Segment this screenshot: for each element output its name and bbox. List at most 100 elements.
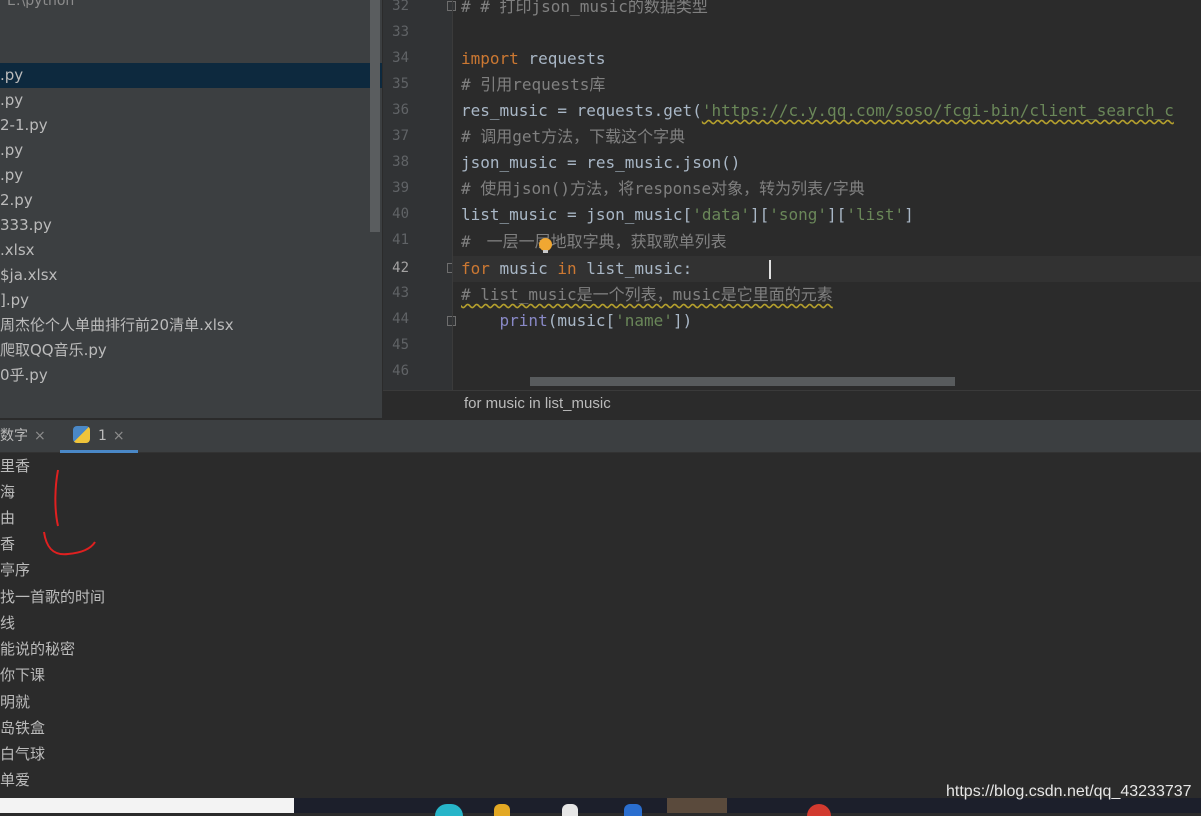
- close-icon[interactable]: ×: [113, 428, 125, 444]
- file-item[interactable]: 爬取QQ音乐.py: [0, 338, 370, 363]
- file-item[interactable]: $ja.xlsx: [0, 263, 370, 288]
- comment: # 调用get方法，下载这个字典: [461, 127, 686, 146]
- line-number: 46: [392, 363, 409, 379]
- line-number: 35: [392, 76, 409, 92]
- code-line-36[interactable]: res_music = requests.get('https://c.y.qq…: [461, 98, 1174, 124]
- line-number: 36: [392, 102, 409, 118]
- file-item[interactable]: .py: [0, 163, 370, 188]
- output-line: 里香: [0, 457, 31, 475]
- line-number: 39: [392, 180, 409, 196]
- comment: #: [461, 232, 471, 251]
- breadcrumb[interactable]: for music in list_music: [464, 395, 611, 412]
- output-line: 白气球: [0, 745, 46, 763]
- line-number: 37: [392, 128, 409, 144]
- code-line-35[interactable]: # 引用requests库: [461, 72, 605, 98]
- output-line: 找一首歌的时间: [0, 588, 106, 606]
- code-line-39[interactable]: # 使用json()方法，将response对象，转为列表/字典: [461, 176, 865, 202]
- string-literal: 'song': [769, 205, 828, 224]
- file-item[interactable]: 0乎.py: [0, 363, 370, 388]
- string-literal: 'name': [615, 311, 673, 330]
- taskbar-folder-icon[interactable]: [494, 804, 510, 816]
- file-item[interactable]: ].py: [0, 288, 370, 313]
- taskbar-app-icon[interactable]: [435, 804, 463, 816]
- code-editor[interactable]: 32 33 34 35 36 37 38 39 40 41 42 43 44 4…: [383, 0, 1201, 390]
- file-item[interactable]: .py: [0, 63, 382, 88]
- code-text: ][: [827, 205, 847, 224]
- code-line-37[interactable]: # 调用get方法，下载这个字典: [461, 124, 685, 150]
- comment: 一层一层地取字典，获取歌单列表: [486, 232, 727, 251]
- file-item[interactable]: .xlsx: [0, 238, 370, 263]
- code-area[interactable]: # # 打印json_music的数据类型 import requests # …: [452, 0, 1201, 390]
- code-line-34[interactable]: import requests: [461, 46, 606, 72]
- file-item[interactable]: 2-1.py: [0, 113, 370, 138]
- code-line-38[interactable]: json_music = res_music.json(): [461, 150, 740, 176]
- output-line: 香: [0, 535, 16, 553]
- watermark: https://blog.csdn.net/qq_43233737: [946, 783, 1192, 800]
- red-pen-annotation: [43, 469, 96, 556]
- bulb-icon[interactable]: [539, 238, 552, 253]
- editor-horizontal-scrollbar[interactable]: [530, 377, 955, 386]
- output-line: 海: [0, 483, 16, 501]
- line-number: 44: [392, 311, 409, 327]
- comment: # 使用json()方法，将response对象，转为列表/字典: [461, 179, 865, 198]
- output-line: 能说的秘密: [0, 640, 76, 658]
- comment: # # 打印json_music的数据类型: [461, 0, 708, 16]
- keyword: import: [461, 49, 519, 68]
- project-root-path[interactable]: E:\python: [7, 0, 74, 9]
- line-number: 43: [392, 285, 409, 301]
- indent-guide: [452, 0, 453, 390]
- line-number: 32: [392, 0, 409, 14]
- line-number: 38: [392, 154, 409, 170]
- code-line-44[interactable]: print(music['name']): [461, 308, 693, 334]
- builtin-function: print: [499, 311, 548, 330]
- code-text: json_music = res_music.json(): [461, 153, 741, 172]
- code-line-42[interactable]: for music in list_music:: [461, 256, 692, 282]
- text-cursor: [769, 260, 771, 279]
- line-number: 45: [392, 337, 409, 353]
- line-number: 41: [392, 232, 409, 248]
- run-console[interactable]: 里香 海 由 香 亭序 找一首歌的时间 线 能说的秘密 你下课 明就 岛铁盒 白…: [0, 453, 1201, 798]
- taskbar-active-app-icon[interactable]: [667, 798, 727, 813]
- string-literal: 'list': [846, 205, 905, 224]
- comment: # list_music是一个列表，music是它里面的元素: [461, 285, 833, 304]
- output-line: 单爱: [0, 771, 31, 789]
- file-item[interactable]: 周杰伦个人单曲排行前20清单.xlsx: [0, 313, 370, 338]
- python-icon: [73, 426, 90, 443]
- file-item[interactable]: .py: [0, 138, 370, 163]
- code-text: music: [489, 259, 558, 278]
- code-text: ]: [904, 205, 914, 224]
- output-line: 由: [0, 509, 16, 527]
- code-text: requests: [518, 49, 606, 68]
- code-text: ]): [672, 311, 693, 330]
- code-line-41[interactable]: # 一层一层地取字典，获取歌单列表: [461, 229, 727, 255]
- close-icon[interactable]: ×: [34, 428, 46, 444]
- keyword: for: [461, 259, 490, 278]
- line-number: 40: [392, 206, 409, 222]
- code-line-40[interactable]: list_music = json_music['data']['song'][…: [461, 202, 914, 228]
- line-gutter: 32 33 34 35 36 37 38 39 40 41 42 43 44 4…: [383, 0, 452, 390]
- code-line-43[interactable]: # list_music是一个列表，music是它里面的元素: [461, 282, 833, 308]
- file-item[interactable]: 2.py: [0, 188, 370, 213]
- code-text: ][: [749, 205, 770, 224]
- run-tab-bar: 数字 × 1 ×: [0, 420, 1201, 453]
- line-number: 34: [392, 50, 409, 66]
- file-item[interactable]: 333.py: [0, 213, 370, 238]
- code-text: list_music = json_music[: [461, 205, 693, 224]
- output-line: 线: [0, 614, 16, 632]
- tab-run-2[interactable]: 1 ×: [73, 420, 125, 453]
- taskbar-search-box[interactable]: [0, 798, 294, 813]
- code-text: list_music:: [576, 259, 693, 278]
- url-string[interactable]: 'https://c.y.qq.com/soso/fcgi-bin/client…: [702, 101, 1174, 120]
- tab-label: 数字: [0, 428, 28, 444]
- tab-run-1[interactable]: 数字 ×: [0, 420, 46, 453]
- taskbar-app-icon[interactable]: [562, 804, 578, 816]
- taskbar-app-icon[interactable]: [624, 804, 642, 816]
- code-line-32[interactable]: # # 打印json_music的数据类型: [461, 0, 708, 20]
- string-literal: 'data': [692, 205, 750, 224]
- project-panel: E:\python .py .py 2-1.py .py .py 2.py 33…: [0, 0, 382, 418]
- taskbar-app-icon[interactable]: [807, 804, 831, 816]
- tree-scrollbar[interactable]: [370, 0, 380, 232]
- line-number-current: 42: [392, 260, 409, 276]
- file-item[interactable]: .py: [0, 88, 370, 113]
